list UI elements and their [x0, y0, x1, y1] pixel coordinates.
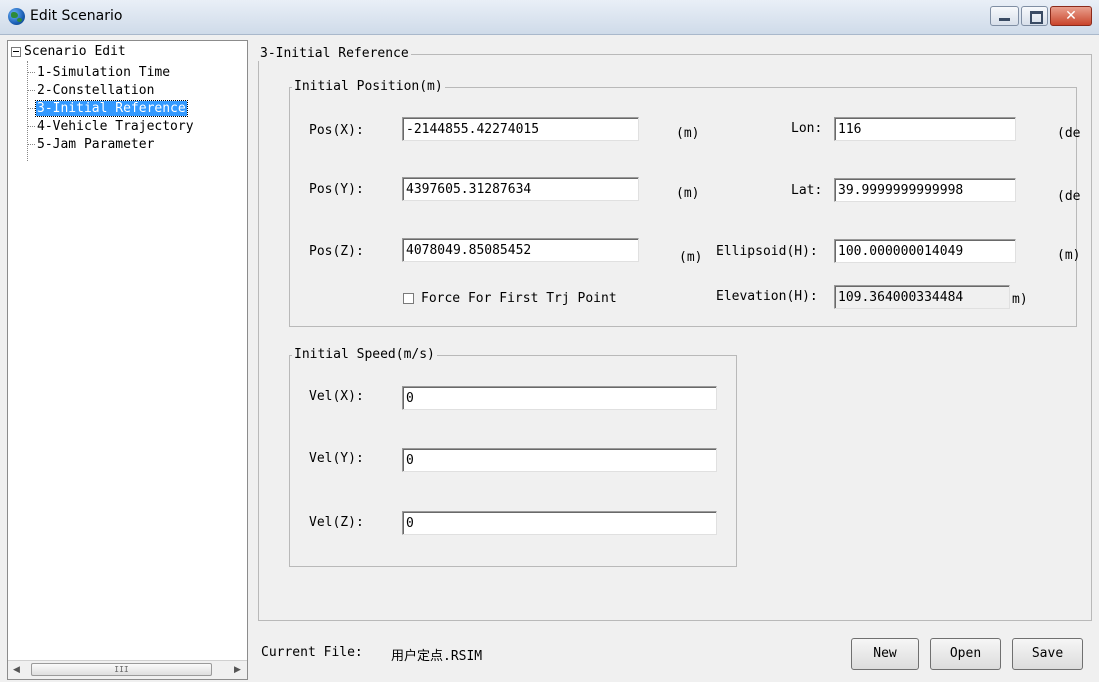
- elevation-field[interactable]: 109.364000334484: [834, 285, 1010, 309]
- pos-x-label: Pos(X):: [309, 123, 364, 138]
- scrollbar-thumb[interactable]: III: [31, 663, 212, 676]
- scrollbar-grip: III: [114, 665, 129, 674]
- pos-x-field[interactable]: -2144855.42274015: [402, 117, 639, 141]
- lon-field[interactable]: 116: [834, 117, 1016, 141]
- vel-y-label: Vel(Y):: [309, 451, 364, 466]
- close-button[interactable]: ✕: [1050, 6, 1092, 26]
- pos-x-unit: (m): [676, 126, 700, 141]
- horizontal-scrollbar[interactable]: ◀ III ▶: [8, 660, 247, 679]
- tree-item-label: 3-Initial Reference: [35, 100, 188, 117]
- minimize-icon: [999, 18, 1010, 21]
- elevation-unit: m): [1012, 292, 1028, 307]
- tree-item-jam-parameter[interactable]: 5-Jam Parameter: [27, 137, 155, 154]
- tree-item-constellation[interactable]: 2-Constellation: [27, 83, 155, 100]
- new-button[interactable]: New: [851, 638, 919, 670]
- collapse-icon[interactable]: [11, 46, 21, 57]
- tree-root-label: Scenario Edit: [24, 44, 126, 59]
- tree-item-label: 5-Jam Parameter: [37, 137, 155, 152]
- vel-y-field[interactable]: 0: [402, 448, 717, 472]
- scroll-left-icon[interactable]: ◀: [13, 665, 20, 675]
- vel-z-field[interactable]: 0: [402, 511, 717, 535]
- ellipsoid-field[interactable]: 100.000000014049: [834, 239, 1016, 263]
- initial-position-title: Initial Position(m): [292, 79, 445, 94]
- lon-label: Lon:: [791, 121, 823, 136]
- lat-field[interactable]: 39.9999999999998: [834, 178, 1016, 202]
- elevation-label: Elevation(H):: [716, 289, 818, 304]
- initial-speed-title: Initial Speed(m/s): [292, 347, 437, 362]
- tree-item-label: 2-Constellation: [37, 83, 155, 98]
- current-file-label: Current File:: [261, 645, 363, 660]
- maximize-icon: [1030, 11, 1043, 24]
- title-bar: Edit Scenario ✕: [0, 0, 1099, 35]
- ellipsoid-label: Ellipsoid(H):: [716, 244, 818, 259]
- lat-label: Lat:: [791, 183, 823, 198]
- lat-unit: (de: [1057, 189, 1081, 204]
- tree-item-simulation-time[interactable]: 1-Simulation Time: [27, 65, 171, 82]
- tree-item-initial-reference[interactable]: 3-Initial Reference: [27, 100, 188, 118]
- save-button[interactable]: Save: [1012, 638, 1083, 670]
- pos-z-unit: (m): [679, 250, 703, 265]
- open-button[interactable]: Open: [930, 638, 1001, 670]
- close-icon: ✕: [1065, 8, 1077, 24]
- tree-item-vehicle-trajectory[interactable]: 4-Vehicle Trajectory: [27, 119, 195, 136]
- globe-icon: [8, 8, 25, 25]
- vel-x-label: Vel(X):: [309, 389, 364, 404]
- lon-unit: (de: [1057, 126, 1081, 141]
- tree-item-label: 4-Vehicle Trajectory: [37, 119, 194, 134]
- force-first-trj-label: Force For First Trj Point: [421, 291, 617, 306]
- vel-x-field[interactable]: 0: [402, 386, 717, 410]
- tree-item-label: 1-Simulation Time: [37, 65, 171, 80]
- minimize-button[interactable]: [990, 6, 1019, 26]
- scenario-tree[interactable]: Scenario Edit 1-Simulation Time 2-Conste…: [7, 40, 248, 680]
- section-title: 3-Initial Reference: [258, 46, 411, 61]
- ellipsoid-unit: (m): [1057, 248, 1081, 263]
- pos-y-label: Pos(Y):: [309, 182, 364, 197]
- pos-z-field[interactable]: 4078049.85085452: [402, 238, 639, 262]
- pos-y-unit: (m): [676, 186, 700, 201]
- tree-root[interactable]: Scenario Edit: [11, 44, 126, 62]
- scroll-right-icon[interactable]: ▶: [234, 665, 241, 675]
- pos-y-field[interactable]: 4397605.31287634: [402, 177, 639, 201]
- pos-z-label: Pos(Z):: [309, 244, 364, 259]
- force-first-trj-checkbox[interactable]: [403, 293, 414, 304]
- vel-z-label: Vel(Z):: [309, 515, 364, 530]
- maximize-button[interactable]: [1021, 6, 1048, 26]
- window-title: Edit Scenario: [30, 8, 123, 24]
- current-file-name: 用户定点.RSIM: [391, 649, 483, 664]
